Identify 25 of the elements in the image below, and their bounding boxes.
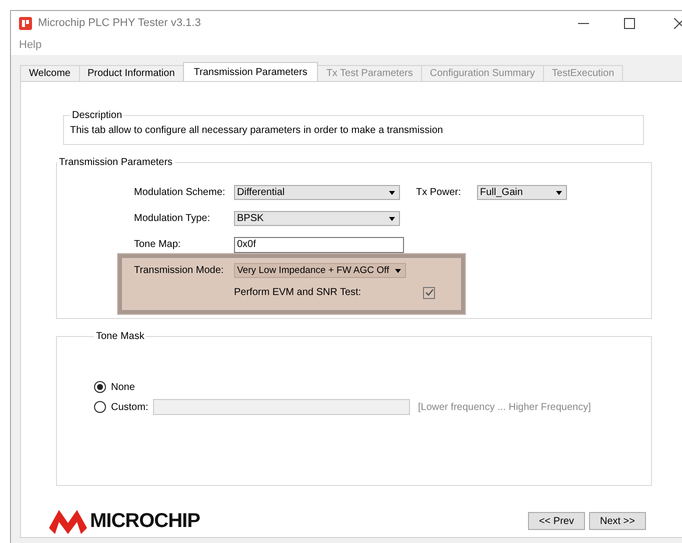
group-title: Tone Mask	[95, 331, 146, 342]
radio-label: Custom:	[111, 402, 150, 412]
nav-button[interactable]: Next >>	[588, 512, 646, 530]
group-title: Description	[71, 110, 124, 121]
nav-button[interactable]: << Prev	[528, 512, 585, 530]
group-title: Transmission Parameters	[58, 157, 174, 168]
tab[interactable]: Transmission Parameters	[182, 62, 318, 81]
scheme-dropdown[interactable]: Differential	[234, 185, 400, 200]
tab[interactable]: Welcome	[20, 65, 80, 81]
mode-dropdown[interactable]: Very Low Impedance + FW AGC Off	[234, 263, 406, 278]
description-text: This tab allow to configure all necessary parameters in order to make a transmission	[70, 125, 443, 136]
field-label: Modulation Scheme:	[134, 187, 226, 198]
menu-item[interactable]: Help	[19, 39, 42, 51]
radio-label: None	[111, 382, 136, 392]
checkbox-label: Perform EVM and SNR Test:	[234, 287, 362, 298]
tone-map-field[interactable]: 0x0f	[234, 236, 404, 252]
field-label: Tone Map:	[134, 239, 182, 250]
field-label: Tx Power:	[416, 187, 462, 198]
hint-text: [Lower frequency ... Higher Frequency]	[418, 402, 591, 412]
power-dropdown[interactable]: Full_Gain	[477, 185, 567, 200]
field-label: Transmission Mode:	[134, 265, 225, 276]
type-dropdown[interactable]: BPSK	[234, 211, 400, 226]
field-label: Modulation Type:	[134, 213, 211, 224]
logo-text: MICROCHIP	[90, 510, 200, 532]
window-title: Microchip PLC PHY Tester v3.1.3	[38, 17, 201, 29]
